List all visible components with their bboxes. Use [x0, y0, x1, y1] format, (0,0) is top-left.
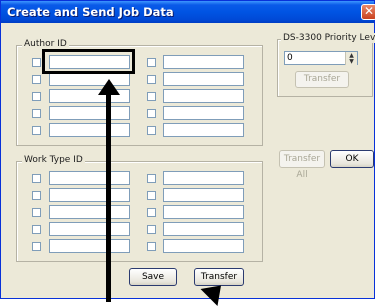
author-field-5[interactable]: [49, 123, 130, 137]
author-checkbox-9[interactable]: [147, 109, 156, 118]
worktype-field-7[interactable]: [163, 188, 244, 202]
worktype-checkbox-7[interactable]: [147, 191, 156, 200]
author-field-8[interactable]: [163, 89, 244, 103]
worktype-field-6[interactable]: [163, 171, 244, 185]
author-checkbox-4[interactable]: [32, 109, 41, 118]
worktype-checkbox-3[interactable]: [32, 208, 41, 217]
work-type-id-group-label: Work Type ID: [22, 155, 85, 165]
worktype-field-1[interactable]: [49, 171, 130, 185]
worktype-checkbox-2[interactable]: [32, 191, 41, 200]
worktype-checkbox-8[interactable]: [147, 208, 156, 217]
author-checkbox-2[interactable]: [32, 75, 41, 84]
author-field-7[interactable]: [163, 72, 244, 86]
worktype-checkbox-6[interactable]: [147, 174, 156, 183]
worktype-field-8[interactable]: [163, 205, 244, 219]
save-button[interactable]: Save: [129, 268, 177, 286]
author-checkbox-5[interactable]: [32, 126, 41, 135]
highlight-box: [42, 49, 135, 74]
worktype-checkbox-1[interactable]: [32, 174, 41, 183]
close-button[interactable]: ✕: [361, 4, 375, 20]
author-checkbox-8[interactable]: [147, 92, 156, 101]
priority-transfer-button[interactable]: Transfer: [295, 71, 349, 88]
worktype-checkbox-4[interactable]: [32, 225, 41, 234]
author-field-9[interactable]: [163, 106, 244, 120]
author-checkbox-1[interactable]: [32, 58, 41, 67]
priority-level-group: [277, 39, 373, 97]
worktype-field-5[interactable]: [49, 239, 130, 253]
author-field-6[interactable]: [163, 55, 244, 69]
author-field-4[interactable]: [49, 106, 130, 120]
annotation-arrow-shaft: [106, 92, 111, 302]
transfer-all-button[interactable]: Transfer All: [279, 150, 325, 180]
priority-level-group-label: DS-3300 Priority Level: [281, 33, 375, 43]
worktype-field-2[interactable]: [49, 188, 130, 202]
worktype-checkbox-10[interactable]: [147, 242, 156, 251]
worktype-field-3[interactable]: [49, 205, 130, 219]
ok-button[interactable]: OK: [330, 150, 374, 168]
worktype-field-9[interactable]: [163, 222, 244, 236]
author-field-10[interactable]: [163, 123, 244, 137]
worktype-checkbox-9[interactable]: [147, 225, 156, 234]
author-checkbox-10[interactable]: [147, 126, 156, 135]
author-checkbox-6[interactable]: [147, 58, 156, 67]
author-checkbox-3[interactable]: [32, 92, 41, 101]
window-title: Create and Send Job Data: [7, 5, 174, 19]
close-icon: ✕: [363, 4, 375, 18]
worktype-checkbox-5[interactable]: [32, 242, 41, 251]
spin-down-icon[interactable]: ▼: [345, 58, 357, 65]
worktype-field-10[interactable]: [163, 239, 244, 253]
author-checkbox-7[interactable]: [147, 75, 156, 84]
title-bar: Create and Send Job Data ✕: [1, 1, 375, 23]
create-send-job-data-dialog: Create and Send Job Data ✕ Author ID Wor…: [0, 0, 375, 299]
worktype-field-4[interactable]: [49, 222, 130, 236]
author-id-group-label: Author ID: [22, 39, 69, 49]
